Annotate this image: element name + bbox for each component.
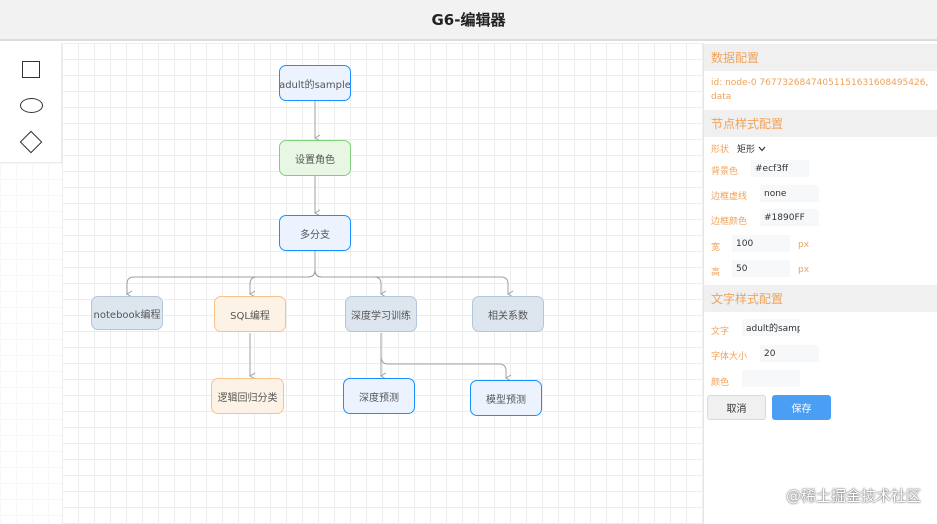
height-input[interactable] <box>732 260 790 277</box>
app-header: G6-编辑器 <box>0 0 937 41</box>
save-button[interactable]: 保存 <box>772 395 831 420</box>
text-label: 文字 <box>711 327 730 337</box>
height-unit: px <box>798 265 810 275</box>
border-dash-input[interactable] <box>760 185 819 202</box>
config-panel: 数据配置 id: node-0 767732684740511516316084… <box>703 43 937 524</box>
ellipse-icon[interactable] <box>20 98 43 113</box>
shape-label: 形状 <box>711 145 730 155</box>
width-input[interactable] <box>732 235 790 252</box>
width-label: 宽 <box>711 243 721 253</box>
node-style-heading: 节点样式配置 <box>704 110 937 137</box>
text-color-input[interactable] <box>742 370 800 387</box>
node-adult-sample[interactable]: adult的sample <box>279 65 351 101</box>
node-logistic-regression[interactable]: 逻辑回归分类 <box>211 378 284 414</box>
graph-canvas[interactable] <box>62 43 703 524</box>
canvas-grid-left <box>0 163 62 524</box>
watermark: @稀土掘金技术社区 <box>785 487 921 505</box>
border-color-input[interactable] <box>760 209 819 226</box>
font-size-input[interactable] <box>760 345 819 362</box>
color-label: 颜色 <box>711 378 730 388</box>
node-deep-learning[interactable]: 深度学习训练 <box>345 296 417 332</box>
node-sql[interactable]: SQL编程 <box>214 296 286 332</box>
text-input[interactable] <box>742 319 800 336</box>
node-multi-branch[interactable]: 多分支 <box>279 215 351 251</box>
page-title: G6-编辑器 <box>431 11 506 29</box>
shape-select[interactable]: 矩形 <box>737 142 766 155</box>
data-info: id: node-0 76773268474051151631608495426… <box>711 78 929 102</box>
node-notebook[interactable]: notebook编程 <box>91 296 163 330</box>
shape-select-value: 矩形 <box>737 145 756 155</box>
rect-icon[interactable] <box>22 61 40 78</box>
cancel-button[interactable]: 取消 <box>707 395 766 420</box>
bg-color-input[interactable] <box>751 160 809 177</box>
node-correlation[interactable]: 相关系数 <box>472 296 544 332</box>
shape-palette <box>0 43 62 163</box>
font-size-label: 字体大小 <box>711 352 748 362</box>
text-style-heading: 文字样式配置 <box>704 285 937 312</box>
bg-color-label: 背景色 <box>711 167 739 177</box>
node-set-role[interactable]: 设置角色 <box>279 140 351 176</box>
border-color-label: 边框颜色 <box>711 217 748 227</box>
width-unit: px <box>798 240 810 250</box>
node-deep-prediction[interactable]: 深度预测 <box>343 378 415 414</box>
border-dash-label: 边框虚线 <box>711 192 748 202</box>
data-config-heading: 数据配置 <box>704 44 937 71</box>
node-model-prediction[interactable]: 模型预测 <box>470 380 542 416</box>
chevron-down-icon <box>758 146 766 151</box>
height-label: 高 <box>711 268 721 278</box>
diamond-icon[interactable] <box>19 130 43 154</box>
